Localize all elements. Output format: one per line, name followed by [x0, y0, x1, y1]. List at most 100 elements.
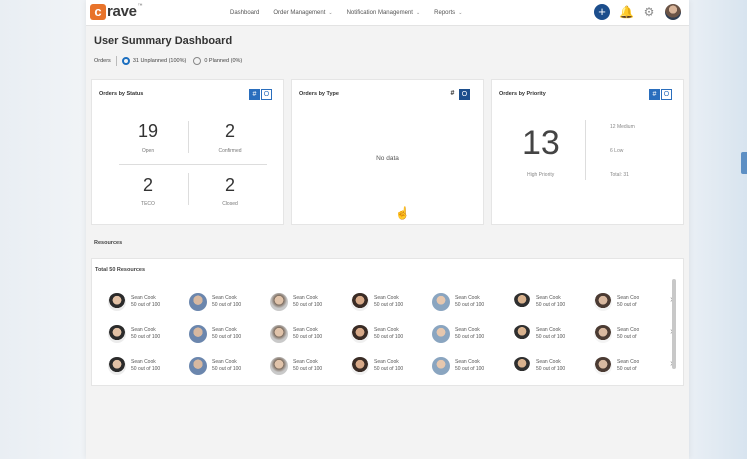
resources-scrollbar[interactable]	[672, 279, 676, 369]
stat-teco-label: TECO	[141, 201, 155, 207]
nav-dashboard[interactable]: Dashboard	[230, 10, 259, 16]
resource-detail: 50 out of 100	[536, 366, 566, 372]
resource-item[interactable]: Sean Cook 50 out of 100	[108, 325, 189, 343]
resource-detail: 50 out of 100	[536, 302, 566, 308]
resource-name: Sean Cook	[212, 327, 237, 333]
resource-item[interactable]: Sean Cook 50 out of 100	[513, 293, 594, 311]
nav-reports[interactable]: Reports ⌄	[434, 10, 462, 16]
avatar	[513, 293, 531, 311]
resource-detail: 50 out of 100	[212, 302, 242, 308]
refresh-button[interactable]: O	[661, 89, 672, 100]
logo-text: rave	[107, 3, 137, 20]
resource-item[interactable]: Sean Coo 50 out of	[594, 357, 654, 375]
resource-name: Sean Cook	[212, 295, 237, 301]
top-navigation-bar: c rave ™ Dashboard Order Management ⌄ No…	[86, 0, 689, 26]
stat-confirmed-label: Confirmed	[218, 148, 242, 154]
refresh-button[interactable]: O	[261, 89, 272, 100]
resource-item[interactable]: Sean Coo 50 out of	[594, 293, 654, 311]
avatar	[108, 325, 126, 343]
resource-item[interactable]: Sean Cook 50 out of 100	[189, 325, 270, 343]
resource-item[interactable]: Sean Cook 50 out of 100	[432, 325, 513, 343]
high-priority-value: 13	[522, 124, 560, 162]
stat-closed-label: Closed	[222, 201, 238, 207]
chart-view-button[interactable]: #	[649, 89, 660, 100]
header-actions: + 🔔 ⚙	[594, 4, 681, 20]
chevron-down-icon: ⌄	[328, 10, 333, 16]
resource-name: Sean Coo	[617, 359, 640, 365]
resource-name: Sean Coo	[617, 295, 640, 301]
no-data-message: No data	[376, 155, 399, 162]
total-priority-count: Total: 31	[610, 172, 629, 178]
resource-detail: 50 out of 100	[374, 366, 404, 372]
resource-detail: 50 out of 100	[455, 302, 485, 308]
resource-detail: 50 out of 100	[455, 366, 485, 372]
filter-divider	[115, 56, 117, 66]
page-title: User Summary Dashboard	[94, 35, 233, 47]
add-icon[interactable]: +	[594, 4, 610, 20]
avatar	[189, 293, 207, 311]
resource-detail: 50 out of 100	[374, 302, 404, 308]
resource-name: Sean Cook	[536, 327, 561, 333]
resource-item[interactable]: Sean Cook 50 out of 100	[432, 357, 513, 375]
resource-name: Sean Cook	[293, 327, 318, 333]
refresh-button[interactable]: O	[459, 89, 470, 100]
orders-by-type-card: Orders by Type # O No data ☝	[291, 79, 484, 225]
resource-item[interactable]: Sean Cook 50 out of 100	[351, 325, 432, 343]
resource-detail: 50 out of 100	[293, 302, 323, 308]
avatar	[594, 325, 612, 343]
resource-item[interactable]: Sean Cook 50 out of 100	[270, 325, 351, 343]
orders-by-status-card: Orders by Status # O 19 Open 2 Confirmed…	[91, 79, 284, 225]
resource-item[interactable]: Sean Cook 50 out of 100	[189, 357, 270, 375]
app-window: c rave ™ Dashboard Order Management ⌄ No…	[86, 0, 689, 459]
radio-planned[interactable]: 0 Planned (0%)	[193, 57, 242, 65]
avatar	[189, 357, 207, 375]
resource-item[interactable]: Sean Cook 50 out of 100	[270, 293, 351, 311]
resource-item[interactable]: Sean Cook 50 out of 100	[270, 357, 351, 375]
radio-unplanned[interactable]: 31 Unplanned (100%)	[121, 57, 186, 65]
chart-view-button[interactable]: #	[249, 89, 260, 100]
settings-gear-icon[interactable]: ⚙	[642, 5, 656, 19]
resource-item[interactable]: Sean Cook 50 out of 100	[189, 293, 270, 311]
nav-order-management[interactable]: Order Management ⌄	[273, 10, 332, 16]
resource-item[interactable]: Sean Cook 50 out of 100	[108, 357, 189, 375]
resource-detail: 50 out of 100	[212, 366, 242, 372]
resource-item[interactable]: Sean Cook 50 out of 100	[351, 357, 432, 375]
resource-item[interactable]: Sean Coo 50 out of	[594, 325, 654, 343]
avatar	[351, 357, 369, 375]
avatar	[594, 293, 612, 311]
resource-name: Sean Cook	[536, 295, 561, 301]
radio-unselected-icon[interactable]	[193, 57, 202, 65]
resource-detail: 50 out of 100	[293, 366, 323, 372]
radio-selected-icon[interactable]	[121, 57, 130, 65]
chart-view-button[interactable]: #	[447, 89, 458, 100]
resource-name: Sean Cook	[212, 359, 237, 365]
resource-name: Sean Cook	[536, 359, 561, 365]
priority-divider	[585, 120, 586, 180]
stat-divider	[119, 164, 267, 165]
stat-confirmed-value: 2	[224, 121, 235, 141]
side-panel-tab[interactable]	[741, 152, 747, 174]
resource-name: Sean Coo	[617, 327, 640, 333]
avatar	[270, 357, 288, 375]
resource-item[interactable]: Sean Cook 50 out of 100	[432, 293, 513, 311]
resource-item[interactable]: Sean Cook 50 out of 100	[108, 293, 189, 311]
resource-row: Sean Cook 50 out of 100 Sean Cook 50 out o…	[108, 350, 668, 382]
avatar	[189, 325, 207, 343]
resource-item[interactable]: Sean Cook 50 out of 100	[351, 293, 432, 311]
avatar	[432, 325, 450, 343]
orders-by-priority-card: Orders by Priority # O 13 High Priority …	[491, 79, 684, 225]
hand-cursor-icon: ☝	[395, 206, 410, 220]
notification-bell-icon[interactable]: 🔔	[619, 5, 634, 19]
resource-detail: 50 out of	[617, 366, 637, 372]
resource-name: Sean Cook	[131, 295, 156, 301]
resource-item[interactable]: Sean Cook 50 out of 100	[513, 325, 594, 343]
avatar	[270, 293, 288, 311]
nav-reports-label: Reports	[434, 10, 456, 16]
resource-detail: 50 out of 100	[455, 334, 485, 340]
resource-detail: 50 out of 100	[374, 334, 404, 340]
resource-item[interactable]: Sean Cook 50 out of 100	[513, 357, 594, 375]
nav-notification-management[interactable]: Notification Management ⌄	[347, 10, 421, 16]
logo-mark: c	[90, 3, 106, 20]
crave-logo[interactable]: c rave ™	[90, 3, 143, 20]
user-avatar[interactable]	[665, 4, 681, 20]
